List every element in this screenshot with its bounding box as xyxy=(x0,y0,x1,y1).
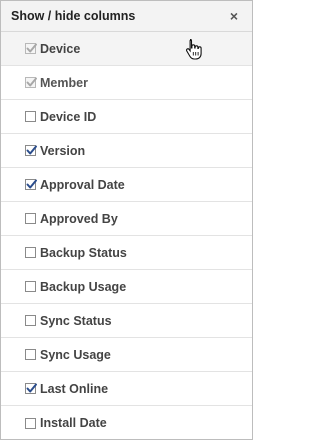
check-mark-icon xyxy=(26,77,37,87)
checkbox-last-online[interactable] xyxy=(25,383,37,394)
column-label[interactable]: Version xyxy=(40,144,85,158)
column-label[interactable]: Approval Date xyxy=(40,178,125,192)
column-option-last-online[interactable]: Last Online xyxy=(1,372,252,406)
column-option-version[interactable]: Version xyxy=(1,134,252,168)
panel-title: Show / hide columns xyxy=(11,9,136,23)
column-option-approved-by[interactable]: Approved By xyxy=(1,202,252,236)
check-mark-icon xyxy=(26,145,37,155)
column-label[interactable]: Device ID xyxy=(40,110,96,124)
close-icon[interactable]: × xyxy=(230,9,238,23)
column-label[interactable]: Sync Status xyxy=(40,314,112,328)
checkbox-device-id[interactable] xyxy=(25,111,36,122)
column-option-device-id[interactable]: Device ID xyxy=(1,100,252,134)
column-label[interactable]: Backup Usage xyxy=(40,280,126,294)
column-label[interactable]: Approved By xyxy=(40,212,118,226)
column-option-member: Member xyxy=(1,66,252,100)
check-mark-icon xyxy=(26,383,37,393)
column-label[interactable]: Sync Usage xyxy=(40,348,111,362)
checkbox-device xyxy=(25,43,37,54)
checkbox-install-date[interactable] xyxy=(25,417,36,429)
column-option-device: Device xyxy=(1,32,252,66)
checkbox-version[interactable] xyxy=(25,145,37,156)
column-label: Member xyxy=(40,75,88,90)
checkbox-backup-status[interactable] xyxy=(25,247,36,258)
check-mark-icon xyxy=(26,179,37,189)
hand-cursor-icon xyxy=(185,38,203,65)
columns-panel: Show / hide columns × Device Member Devi… xyxy=(0,0,253,440)
column-label[interactable]: Backup Status xyxy=(40,246,127,260)
column-option-backup-status[interactable]: Backup Status xyxy=(1,236,252,270)
column-option-sync-usage[interactable]: Sync Usage xyxy=(1,338,252,372)
column-label[interactable]: Last Online xyxy=(40,382,108,396)
column-list: Device Member Device ID Version Approval… xyxy=(1,32,252,440)
column-option-sync-status[interactable]: Sync Status xyxy=(1,304,252,338)
column-label[interactable]: Install Date xyxy=(40,416,107,430)
checkbox-sync-usage[interactable] xyxy=(25,349,36,360)
checkbox-backup-usage[interactable] xyxy=(25,281,36,292)
panel-header: Show / hide columns × xyxy=(1,1,252,32)
column-option-approval-date[interactable]: Approval Date xyxy=(1,168,252,202)
column-option-backup-usage[interactable]: Backup Usage xyxy=(1,270,252,304)
checkbox-approval-date[interactable] xyxy=(25,179,37,190)
checkbox-sync-status[interactable] xyxy=(25,315,36,326)
column-option-install-date[interactable]: Install Date xyxy=(1,406,252,440)
check-mark-icon xyxy=(26,43,37,53)
checkbox-member xyxy=(25,77,37,88)
column-label: Device xyxy=(40,41,81,56)
checkbox-approved-by[interactable] xyxy=(25,213,36,224)
